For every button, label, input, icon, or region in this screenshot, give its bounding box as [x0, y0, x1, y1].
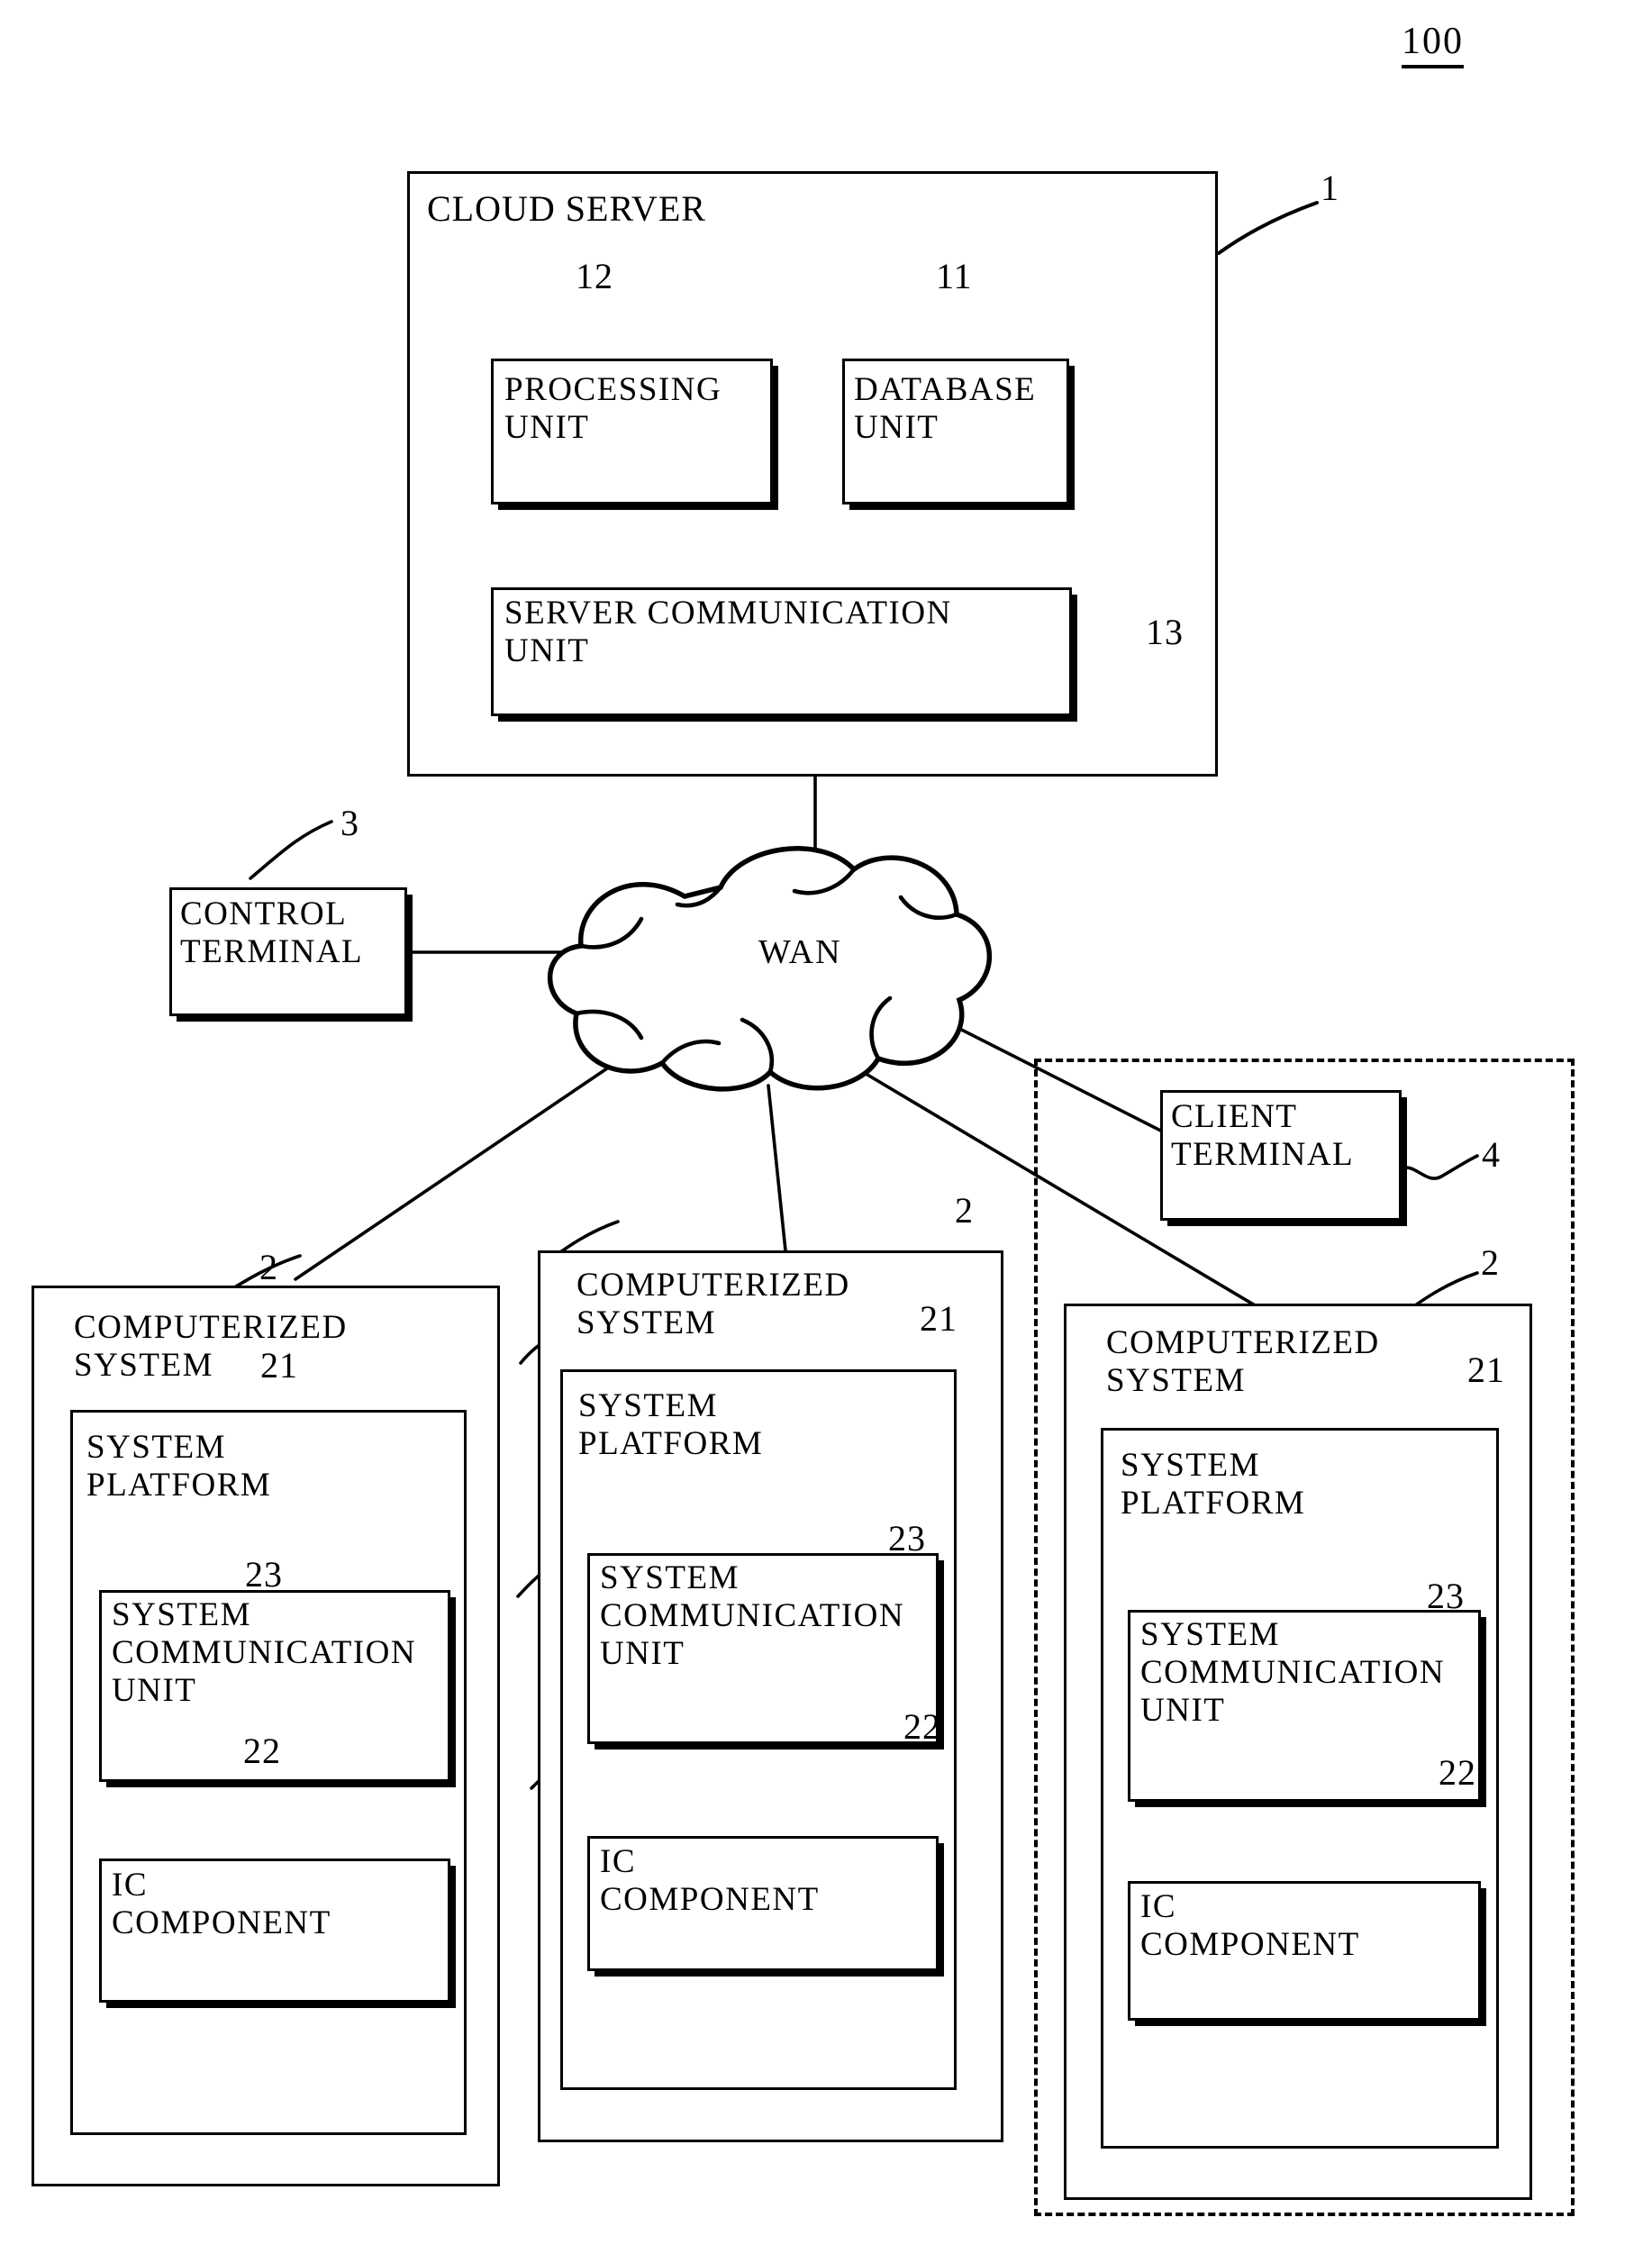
wan-label: WAN	[758, 933, 842, 971]
computerized-system-2-ref-2: 2	[955, 1190, 974, 1231]
system-platform-1-ref-21: 21	[260, 1345, 298, 1386]
ref-11: 11	[936, 256, 973, 296]
ic-component-2-label: IC COMPONENT	[600, 1843, 820, 1919]
ic-component-1-label: IC COMPONENT	[112, 1867, 331, 1942]
computerized-system-3-ref-2: 2	[1481, 1242, 1500, 1283]
ic-component-1-ref-22: 22	[243, 1731, 281, 1771]
database-unit-label: DATABASE UNIT	[854, 371, 1037, 447]
system-communication-unit-2-label: SYSTEM COMMUNICATION UNIT	[600, 1559, 905, 1673]
system-communication-unit-2-ref-23: 23	[888, 1518, 926, 1559]
cloud-server-title: CLOUD SERVER	[427, 188, 706, 229]
ic-component-2-ref-22: 22	[903, 1706, 941, 1747]
system-communication-unit-1-ref-23: 23	[245, 1554, 283, 1595]
ref-3: 3	[340, 803, 359, 843]
figure-number: 100	[1402, 20, 1464, 68]
processing-unit-label: PROCESSING UNIT	[504, 371, 722, 447]
system-platform-2-label: SYSTEM PLATFORM	[578, 1387, 764, 1463]
patent-figure-canvas: 100 CLOUD SERVER 1 PROCESSING UNIT 12 DA…	[0, 0, 1652, 2263]
ic-component-3-ref-22: 22	[1439, 1752, 1476, 1793]
ic-component-3-label: IC COMPONENT	[1140, 1888, 1360, 1964]
system-platform-3-ref-21: 21	[1467, 1350, 1505, 1390]
system-communication-unit-3-ref-23: 23	[1427, 1576, 1465, 1616]
ref-1: 1	[1321, 168, 1339, 208]
ref-13: 13	[1146, 612, 1184, 652]
control-terminal-label: CONTROL TERMINAL	[180, 895, 364, 971]
system-platform-3-label: SYSTEM PLATFORM	[1121, 1447, 1306, 1522]
server-communication-unit-label: SERVER COMMUNICATION UNIT	[504, 595, 952, 670]
ref-12: 12	[576, 256, 613, 296]
computerized-system-1-ref-2: 2	[259, 1247, 278, 1287]
system-platform-2-ref-21: 21	[920, 1298, 958, 1339]
system-communication-unit-1-label: SYSTEM COMMUNICATION UNIT	[112, 1596, 417, 1710]
computerized-system-3-title: COMPUTERIZED SYSTEM	[1106, 1324, 1380, 1400]
ref-4: 4	[1482, 1134, 1501, 1175]
system-communication-unit-3-label: SYSTEM COMMUNICATION UNIT	[1140, 1616, 1446, 1730]
client-terminal-label: CLIENT TERMINAL	[1171, 1098, 1355, 1174]
system-platform-1-label: SYSTEM PLATFORM	[86, 1429, 272, 1504]
